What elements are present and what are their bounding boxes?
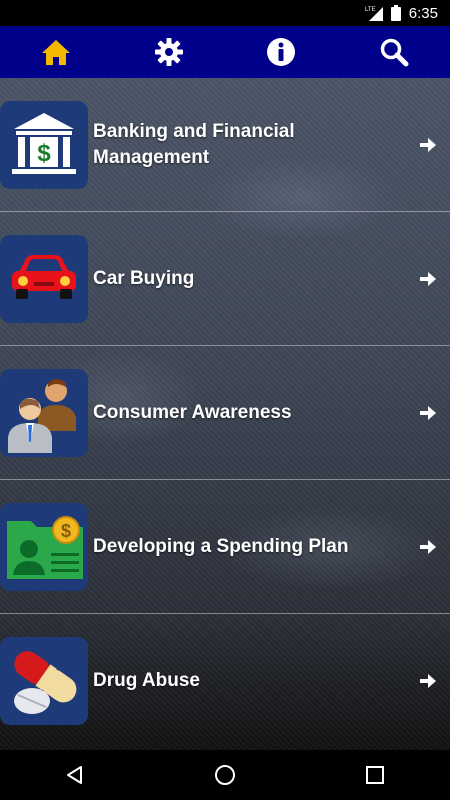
home-icon xyxy=(42,40,71,65)
list-item-label: Developing a Spending Plan xyxy=(93,535,349,557)
id-card-money-icon: $ xyxy=(0,502,88,591)
arrow-right-icon xyxy=(420,539,436,554)
svg-text:LTE: LTE xyxy=(365,7,376,13)
system-nav-bar xyxy=(0,750,450,800)
search-icon xyxy=(380,38,409,67)
arrow-right-icon xyxy=(420,271,436,286)
recents-icon xyxy=(366,766,384,784)
gear-icon xyxy=(154,38,183,66)
status-time: 6:35 xyxy=(408,4,438,22)
back-button[interactable] xyxy=(45,750,105,800)
pill-icon xyxy=(0,637,88,725)
system-home-button[interactable] xyxy=(195,750,255,800)
people-icon xyxy=(0,368,88,457)
home-circle-icon xyxy=(215,765,235,785)
nav-search-button[interactable] xyxy=(338,26,450,78)
list-item-car-buying[interactable]: Car Buying xyxy=(0,212,450,346)
recents-button[interactable] xyxy=(345,750,405,800)
nav-home-button[interactable] xyxy=(0,26,113,78)
category-list: $ Banking and Financial Management Car B… xyxy=(0,78,450,750)
arrow-right-icon xyxy=(420,137,436,152)
signal-icon: LTE xyxy=(365,5,383,21)
bank-icon: $ xyxy=(0,100,88,189)
back-icon xyxy=(67,766,82,784)
list-item-label: Car Buying xyxy=(93,267,195,289)
list-item-consumer-awareness[interactable]: Consumer Awareness xyxy=(0,346,450,480)
list-item-banking[interactable]: $ Banking and Financial Management xyxy=(0,78,450,212)
svg-text:$: $ xyxy=(37,140,51,167)
arrow-right-icon xyxy=(420,405,436,420)
arrow-right-icon xyxy=(420,674,436,688)
nav-settings-button[interactable] xyxy=(113,26,226,78)
list-item-spending-plan[interactable]: $ Developing a Spending Plan xyxy=(0,480,450,614)
top-nav-bar xyxy=(0,26,450,78)
list-item-label: Consumer Awareness xyxy=(93,401,292,423)
battery-icon xyxy=(390,5,401,21)
list-item-drug-abuse[interactable]: Drug Abuse xyxy=(0,614,450,748)
nav-info-button[interactable] xyxy=(225,26,338,78)
list-item-label: Drug Abuse xyxy=(93,670,200,691)
status-bar: LTE 6:35 xyxy=(0,0,450,26)
svg-text:$: $ xyxy=(61,521,71,541)
list-item-label: Banking and Financial Management xyxy=(93,120,295,168)
car-icon xyxy=(0,234,88,323)
info-icon xyxy=(267,38,296,66)
